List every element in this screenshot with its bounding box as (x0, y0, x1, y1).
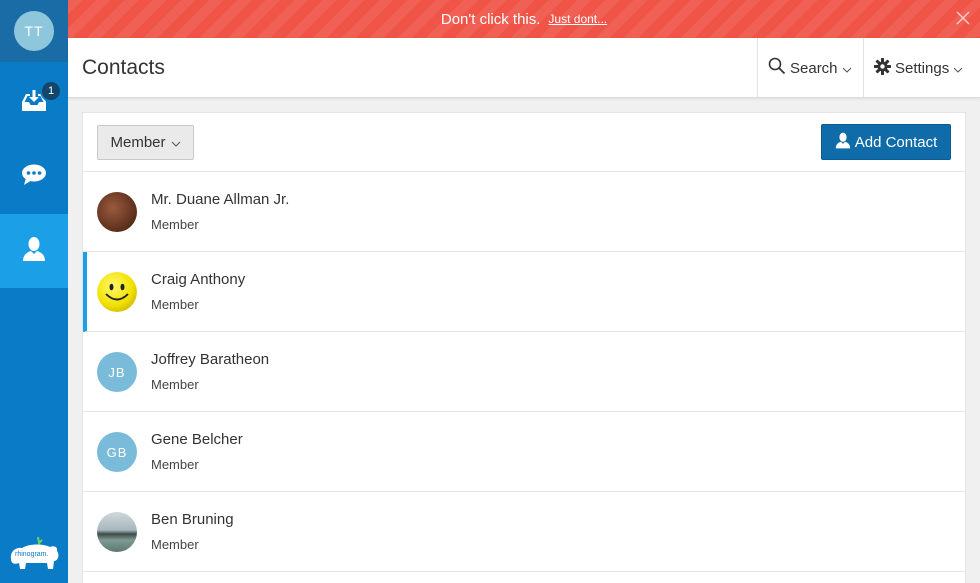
sidebar-profile: TT (0, 0, 68, 62)
sidebar-item-messages[interactable] (0, 140, 68, 214)
contact-name: Craig Anthony (151, 271, 246, 288)
contact-role: Member (151, 377, 199, 392)
gear-icon (874, 57, 891, 79)
member-filter-dropdown[interactable]: Member (97, 125, 194, 160)
smiley-avatar (97, 272, 137, 312)
contact-avatar (97, 512, 137, 552)
user-icon (835, 132, 855, 153)
banner-link[interactable]: Just dont... (548, 12, 607, 26)
contact-role: Member (151, 217, 199, 232)
logo-text: rhinogram. (15, 551, 49, 558)
warning-banner: Don't click this. Just dont... (68, 0, 980, 38)
search-icon (768, 57, 786, 79)
contact-role: Member (151, 457, 199, 472)
contact-name: Joffrey Baratheon (151, 351, 270, 368)
rhinogram-logo: rhinogram. (8, 535, 60, 573)
contacts-toolbar: Member Add Contact (83, 113, 965, 172)
contact-avatar-initials: JB (97, 352, 137, 392)
close-icon[interactable] (956, 11, 970, 25)
contact-avatar-initials: GB (97, 432, 137, 472)
contact-avatar (97, 192, 137, 232)
chat-bubble-icon (21, 163, 47, 192)
filter-label: Member (110, 134, 166, 151)
chevron-down-icon (842, 60, 852, 77)
search-label: Search (790, 59, 838, 77)
chevron-down-icon (953, 60, 963, 77)
contact-name: Ben Bruning (151, 511, 234, 528)
contact-row[interactable]: JB Joffrey Baratheon Member (83, 332, 965, 412)
add-contact-label: Add Contact (854, 133, 938, 151)
sidebar-item-inbox[interactable]: 1 (0, 66, 68, 140)
contact-name: Mr. Duane Allman Jr. (151, 191, 290, 208)
page-header: Contacts Search Settings (68, 38, 980, 98)
contact-name: Gene Belcher (151, 431, 243, 448)
user-icon (22, 236, 46, 267)
contacts-panel: Member Add Contact Mr. Duane Allman Jr. … (82, 112, 966, 583)
settings-button[interactable]: Settings (863, 38, 980, 98)
contact-row-selected[interactable]: Craig Anthony Member (83, 252, 965, 332)
search-button[interactable]: Search (757, 38, 863, 98)
page-title: Contacts (82, 56, 165, 79)
inbox-badge: 1 (40, 80, 62, 102)
contact-row[interactable]: Ben Bruning Member (83, 492, 965, 572)
contact-row[interactable]: Mr. Duane Allman Jr. Member (83, 172, 965, 252)
user-avatar[interactable]: TT (14, 11, 54, 51)
add-contact-button[interactable]: Add Contact (821, 124, 951, 160)
contact-role: Member (151, 297, 199, 312)
chevron-down-icon (171, 134, 181, 151)
sidebar-item-contacts[interactable] (0, 214, 68, 288)
contact-role: Member (151, 537, 199, 552)
settings-label: Settings (895, 59, 950, 77)
banner-message: Don't click this. (440, 10, 541, 28)
sidebar: TT 1 rhinogram. (0, 0, 68, 583)
contact-row[interactable]: GB Gene Belcher Member (83, 412, 965, 492)
